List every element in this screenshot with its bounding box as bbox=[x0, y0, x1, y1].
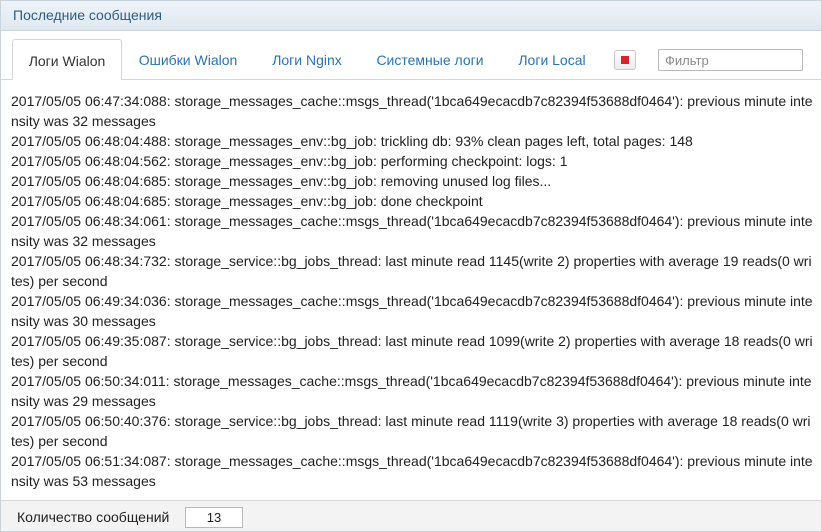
message-count-value: 13 bbox=[185, 507, 243, 528]
tab-nginx-logs[interactable]: Логи Nginx bbox=[263, 39, 351, 78]
log-line: 2017/05/05 06:48:04:685: storage_message… bbox=[11, 173, 552, 189]
log-line: 2017/05/05 06:48:04:685: storage_message… bbox=[11, 193, 483, 209]
log-line: 2017/05/05 06:48:34:732: storage_service… bbox=[11, 253, 812, 289]
recent-messages-panel: Последние сообщения Логи Wialon Ошибки W… bbox=[0, 0, 822, 532]
log-line: 2017/05/05 06:49:35:087: storage_service… bbox=[11, 333, 813, 369]
log-line: 2017/05/05 06:48:04:488: storage_message… bbox=[11, 133, 693, 149]
message-count-label: Количество сообщений bbox=[17, 509, 170, 525]
tab-wialon-errors[interactable]: Ошибки Wialon bbox=[129, 39, 247, 78]
tab-system-logs[interactable]: Системные логи bbox=[369, 39, 491, 78]
log-line: 2017/05/05 06:50:34:011: storage_message… bbox=[11, 373, 812, 409]
log-output: 2017/05/05 06:47:34:088: storage_message… bbox=[11, 91, 813, 496]
log-line: 2017/05/05 06:49:34:036: storage_message… bbox=[11, 293, 813, 329]
log-line: 2017/05/05 06:50:40:376: storage_service… bbox=[11, 413, 811, 449]
panel-title: Последние сообщения bbox=[1, 1, 821, 31]
filter-input[interactable] bbox=[658, 49, 803, 71]
log-line: 2017/05/05 06:48:04:562: storage_message… bbox=[11, 153, 568, 169]
footer-bar: Количество сообщений 13 bbox=[1, 500, 821, 531]
log-line: 2017/05/05 06:51:34:087: storage_message… bbox=[11, 453, 813, 489]
stop-button[interactable] bbox=[614, 50, 636, 70]
stop-icon bbox=[621, 56, 629, 64]
log-line: 2017/05/05 06:47:34:088: storage_message… bbox=[11, 93, 813, 129]
log-line: 2017/05/05 06:48:34:061: storage_message… bbox=[11, 213, 813, 249]
tab-wialon-logs[interactable]: Логи Wialon bbox=[12, 39, 122, 80]
tab-local-logs[interactable]: Логи Local bbox=[509, 39, 595, 78]
